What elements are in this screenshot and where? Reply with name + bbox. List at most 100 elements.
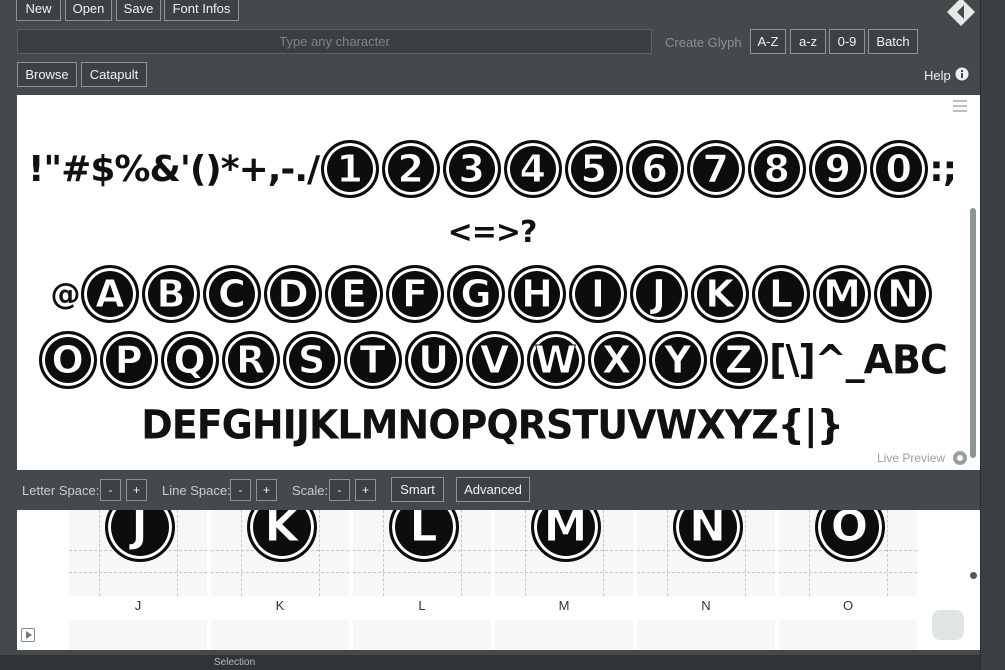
chat-icon[interactable] (932, 610, 964, 640)
preview-letters-o-z: OPQRSTUVWXYZ (37, 331, 769, 389)
glyph-cell-n[interactable]: N (637, 510, 775, 596)
az-lower-button[interactable]: a-z (790, 29, 826, 54)
glyph-cell-glyph-o: O (814, 510, 885, 562)
catapult-button[interactable]: Catapult (81, 62, 147, 87)
preview-letter-b-char: B (156, 272, 186, 316)
glyph-cell-m[interactable]: M (495, 510, 633, 596)
preview-line-4: OPQRSTUVWXYZ [\]^_ABC (17, 331, 967, 389)
glyph-cell-glyph-o-char: O (830, 510, 869, 552)
preview-letter-b: B (142, 265, 200, 323)
preview-letter-o: O (38, 331, 97, 389)
preview-letter-w: W (526, 331, 585, 389)
glyph-cell-glyph-j: J (104, 510, 175, 562)
glyph-cell-k[interactable]: K (211, 510, 349, 596)
preview-digit-2-char: 3 (458, 147, 485, 191)
digits-button[interactable]: 0-9 (829, 29, 865, 54)
glyph-cell-next-row[interactable] (779, 620, 917, 650)
selection-label: Selection (214, 657, 256, 668)
preview-digit-5: 6 (625, 140, 684, 198)
glyph-cell-label: K (275, 598, 285, 613)
preview-letter-a: A (81, 265, 139, 323)
glyph-cell-label: O (842, 598, 854, 613)
preview-letter-p: P (99, 331, 158, 389)
line-space-plus-button[interactable]: + (256, 479, 277, 501)
preview-digits: 1234567890 (319, 140, 929, 198)
glyph-cell-next-row[interactable] (495, 620, 633, 650)
glyph-cell-glyph-m: M (530, 510, 601, 562)
play-icon[interactable] (21, 628, 35, 642)
glyph-cell-glyph-k: K (246, 510, 317, 562)
letter-space-plus-button[interactable]: + (126, 479, 147, 501)
create-glyph-label[interactable]: Create Glyph (665, 35, 742, 50)
preview-letter-o-char: O (51, 338, 84, 382)
glyph-cell-j[interactable]: J (69, 510, 207, 596)
preview-letter-n: N (874, 265, 932, 323)
preview-digit-0: 1 (320, 140, 379, 198)
glyph-cell-label: N (701, 598, 711, 613)
preview-letter-c-char: C (218, 272, 247, 316)
preview-letter-e: E (325, 265, 383, 323)
preview-caps-tail: [\]^_ABC (769, 336, 948, 384)
preview-letter-n-char: N (887, 272, 920, 316)
glyph-cell-next-row[interactable] (69, 620, 207, 650)
scroll-indicator[interactable] (970, 572, 977, 579)
gear-icon[interactable] (953, 451, 967, 465)
glyph-cell-label: L (418, 598, 426, 613)
glyph-cell-l[interactable]: L (353, 510, 491, 596)
info-icon[interactable] (955, 67, 969, 81)
glyph-cell-o[interactable]: O (779, 510, 917, 596)
scale-plus-button[interactable]: + (355, 479, 376, 501)
right-side-panel (980, 0, 1005, 670)
live-preview-label: Live Preview (877, 451, 946, 465)
glyph-cell-glyph-n-char: N (689, 510, 727, 552)
preview-letter-v-char: V (479, 338, 510, 382)
preview-letter-t: T (343, 331, 402, 389)
preview-scrollbar[interactable] (970, 208, 976, 458)
letter-space-minus-button[interactable]: - (100, 479, 121, 501)
preview-letter-j: J (630, 265, 688, 323)
preview-letter-k-char: K (705, 272, 735, 316)
help-link[interactable]: Help (924, 68, 951, 83)
preview-digit-7: 8 (747, 140, 806, 198)
preview-letter-u-char: U (418, 338, 450, 382)
preview-digit-1-char: 2 (397, 147, 424, 191)
glyph-cell-next-row[interactable] (211, 620, 349, 650)
preview-digit-0-char: 1 (336, 147, 363, 191)
character-input[interactable] (17, 29, 652, 54)
preview-letter-s: S (282, 331, 341, 389)
advanced-button[interactable]: Advanced (456, 477, 530, 502)
app-logo-icon (947, 0, 975, 26)
az-upper-button[interactable]: A-Z (750, 29, 786, 54)
preview-punct: !"#$%&'()*+,-./ (27, 148, 320, 190)
smart-button[interactable]: Smart (391, 477, 444, 502)
line-space-label: Line Space: (162, 483, 231, 498)
preview-letter-y: Y (648, 331, 707, 389)
preview-digit-2: 3 (442, 140, 501, 198)
scale-minus-button[interactable]: - (329, 479, 350, 501)
preview-letter-p-char: P (114, 338, 143, 382)
open-button[interactable]: Open (65, 0, 112, 21)
preview-letter-m-char: M (823, 272, 862, 316)
preview-line-1: !"#$%&'()*+,-./ 1234567890 :; (17, 140, 967, 198)
preview-letter-c: C (203, 265, 261, 323)
menu-icon[interactable] (953, 100, 967, 112)
preview-letter-a-char: A (95, 272, 125, 316)
browse-button[interactable]: Browse (17, 62, 77, 87)
line-space-minus-button[interactable]: - (230, 479, 251, 501)
glyph-cell-next-row[interactable] (637, 620, 775, 650)
preview-letter-x: X (587, 331, 646, 389)
preview-digit-1: 2 (381, 140, 440, 198)
glyph-cell-next-row[interactable] (353, 620, 491, 650)
preview-letter-x-char: X (601, 338, 632, 382)
new-button[interactable]: New (16, 0, 61, 21)
save-button[interactable]: Save (116, 0, 161, 21)
preview-digit-9: 0 (869, 140, 928, 198)
preview-digit-6-char: 7 (702, 147, 729, 191)
font-infos-button[interactable]: Font Infos (164, 0, 239, 21)
glyph-cell-glyph-j-char: J (131, 510, 148, 552)
preview-digit-6: 7 (686, 140, 745, 198)
preview-digit-8-char: 9 (824, 147, 851, 191)
glyph-cell-glyph-l: L (388, 510, 459, 562)
status-bar: Selection (0, 655, 980, 670)
batch-button[interactable]: Batch (868, 29, 918, 54)
